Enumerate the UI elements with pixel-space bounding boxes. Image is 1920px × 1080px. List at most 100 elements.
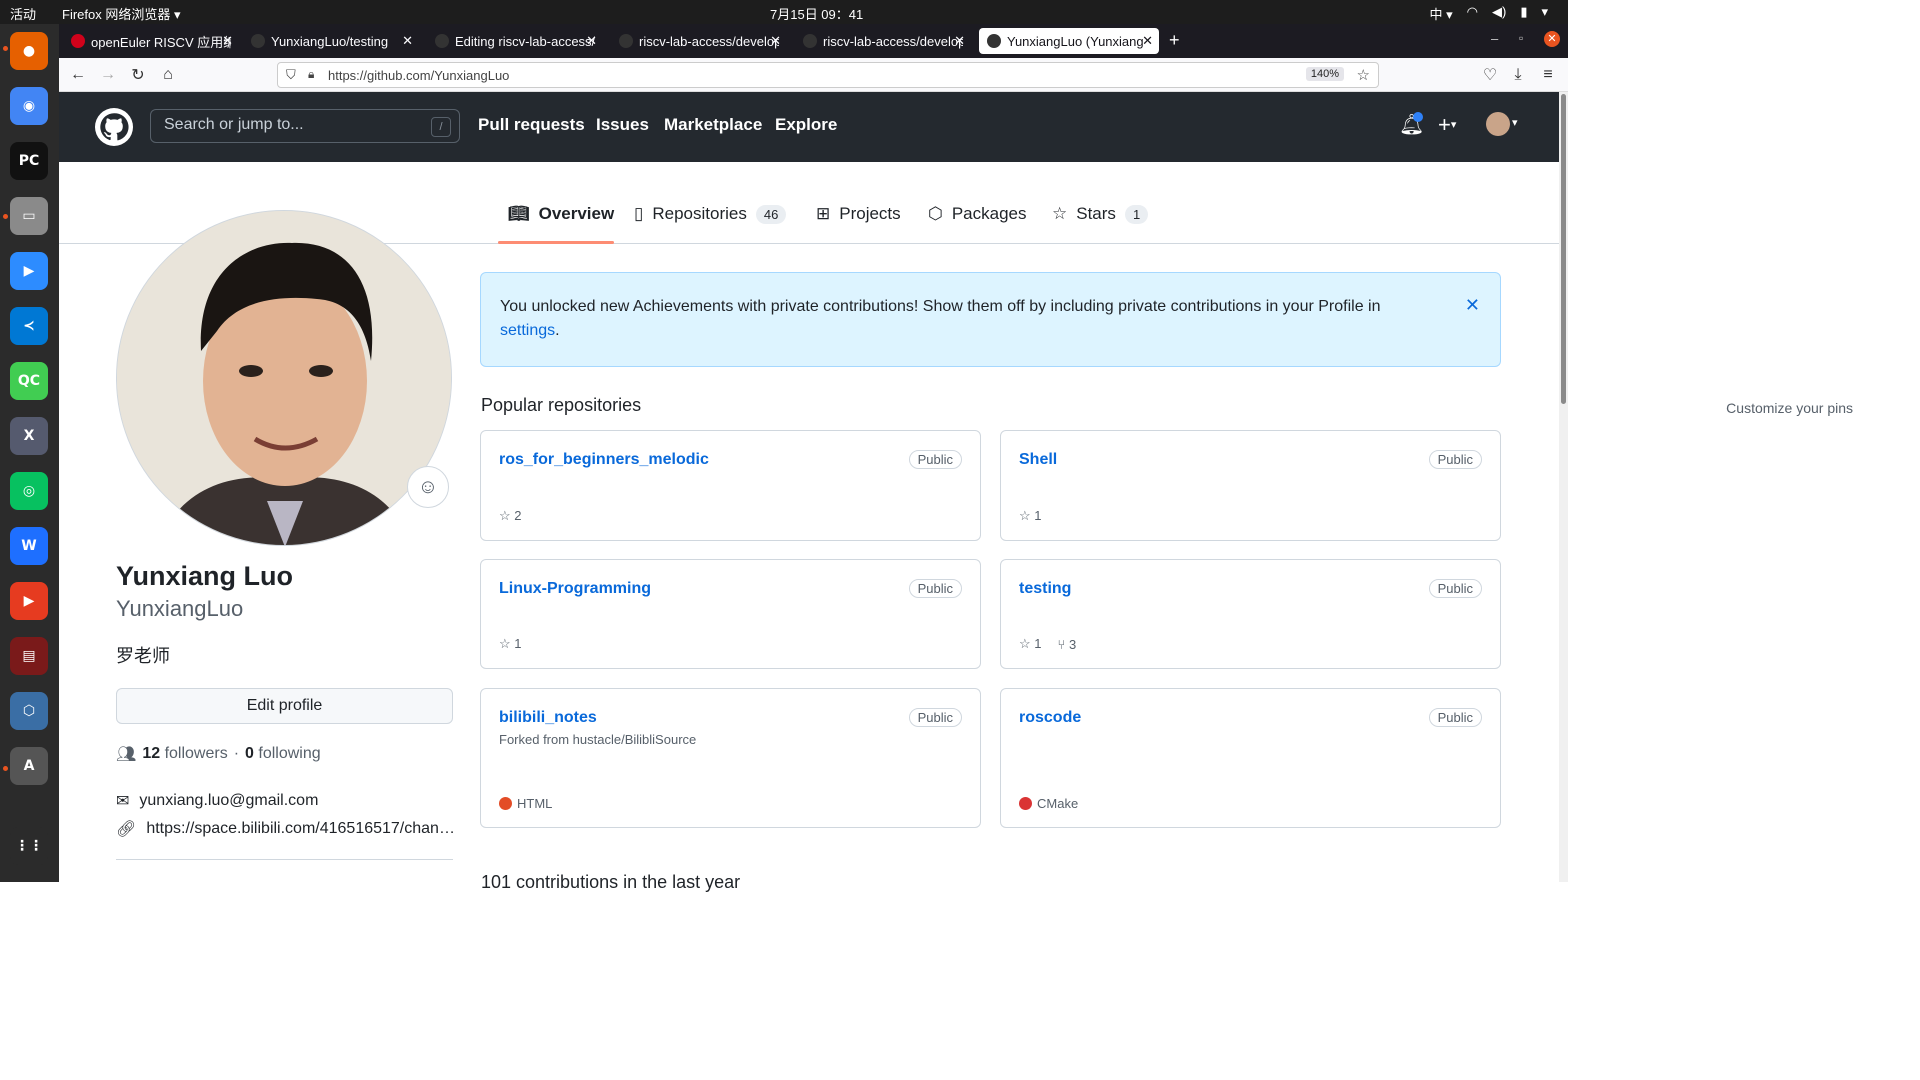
- browser-tab-active[interactable]: YunxiangLuo (Yunxiang L ✕: [979, 28, 1159, 54]
- repo-name-link[interactable]: Linux-Programming: [499, 580, 651, 598]
- github-logo-icon[interactable]: [95, 108, 133, 146]
- browser-tab[interactable]: riscv-lab-access/develop ✕: [611, 28, 787, 54]
- browser-tab[interactable]: riscv-lab-access/develop ✕: [795, 28, 971, 54]
- repo-name-link[interactable]: Shell: [1019, 451, 1057, 469]
- repo-language: HTML: [499, 796, 552, 811]
- forward-button[interactable]: →: [97, 64, 119, 86]
- media-player-icon[interactable]: ▶: [10, 582, 48, 620]
- profile-bio: 罗老师: [116, 646, 170, 666]
- chevron-down-icon[interactable]: ▾: [1512, 116, 1518, 129]
- following-link[interactable]: 0 following: [245, 745, 321, 763]
- qtcreator-icon[interactable]: QC: [10, 362, 48, 400]
- activities-button[interactable]: 活动: [10, 4, 36, 23]
- volume-icon: ◀): [1491, 4, 1507, 19]
- url-bar[interactable]: ⛉ 🔒︎ https://github.com/YunxiangLuo 140%…: [277, 62, 1379, 88]
- stargazers-link[interactable]: ☆ 1: [1019, 508, 1042, 524]
- clock[interactable]: 7月15日 09：41: [770, 4, 863, 23]
- system-tray[interactable]: 中 ▾ ◠ ◀) ▮ ▾: [1430, 4, 1549, 23]
- app-grid-icon[interactable]: ⋮⋮: [10, 827, 48, 865]
- repo-name-link[interactable]: ros_for_beginners_melodic: [499, 451, 709, 469]
- website-link[interactable]: https://space.bilibili.com/416516517/cha…: [146, 820, 455, 838]
- tab-projects[interactable]: ⊞ Projects: [816, 204, 901, 224]
- maximize-button[interactable]: ▫: [1519, 31, 1523, 45]
- close-icon[interactable]: ✕: [1142, 33, 1153, 49]
- close-icon[interactable]: ✕: [222, 33, 233, 49]
- repo-count: 46: [755, 204, 787, 224]
- chrome-icon[interactable]: ◉: [10, 87, 48, 125]
- search-input[interactable]: Search or jump to... /: [150, 109, 460, 143]
- nav-explore[interactable]: Explore: [775, 115, 837, 135]
- stargazers-link[interactable]: ☆ 1: [499, 636, 522, 652]
- browser-tab[interactable]: openEuler RISCV 应用编 ✕: [63, 28, 239, 54]
- create-new-plus-icon[interactable]: +▾: [1438, 112, 1456, 138]
- tab-packages[interactable]: ⬡ Packages: [928, 204, 1027, 224]
- repo-name-link[interactable]: testing: [1019, 580, 1071, 598]
- github-icon: [251, 34, 265, 48]
- virtualbox-icon[interactable]: ⬡: [10, 692, 48, 730]
- nav-issues[interactable]: Issues: [596, 115, 649, 135]
- close-icon[interactable]: ✕: [954, 33, 965, 49]
- github-icon: [987, 34, 1001, 48]
- pycharm-icon[interactable]: PC: [10, 142, 48, 180]
- browser-tab[interactable]: Editing riscv-lab-access/d ✕: [427, 28, 603, 54]
- battery-icon: ▮: [1520, 4, 1528, 19]
- software-center-icon[interactable]: A: [10, 747, 48, 785]
- shield-icon[interactable]: ⛉: [286, 67, 296, 83]
- minimize-button[interactable]: –: [1491, 31, 1498, 46]
- xterm-icon[interactable]: X: [10, 417, 48, 455]
- wechat-icon[interactable]: ◎: [10, 472, 48, 510]
- language-color-dot: [499, 797, 512, 810]
- avatar-photo: [117, 211, 451, 545]
- vscode-icon[interactable]: ≺: [10, 307, 48, 345]
- zoom-icon[interactable]: ▶: [10, 252, 48, 290]
- home-button[interactable]: ⌂: [157, 64, 179, 86]
- popular-repositories-heading: Popular repositories: [481, 395, 642, 415]
- repo-name-link[interactable]: bilibili_notes: [499, 709, 597, 727]
- stargazers-link[interactable]: ☆ 2: [499, 508, 522, 524]
- zoom-indicator[interactable]: 140%: [1305, 67, 1344, 81]
- reload-button[interactable]: ↻: [127, 64, 149, 86]
- new-tab-button[interactable]: +: [1169, 30, 1180, 51]
- bookmark-star-icon[interactable]: ☆: [1357, 66, 1370, 84]
- profile-avatar[interactable]: [116, 210, 452, 546]
- tab-overview[interactable]: 📖︎ Overview: [508, 204, 614, 224]
- avatar[interactable]: [1486, 112, 1510, 136]
- terminal-icon[interactable]: ▤: [10, 637, 48, 675]
- tab-repositories[interactable]: ▯ Repositories 46: [634, 204, 787, 224]
- edit-profile-button[interactable]: Edit profile: [116, 688, 453, 724]
- close-icon[interactable]: ✕: [402, 33, 413, 49]
- page-scrollbar[interactable]: [1559, 92, 1568, 882]
- followers-link[interactable]: 12 followers: [142, 745, 227, 763]
- settings-link[interactable]: settings: [500, 322, 555, 339]
- email-link[interactable]: yunxiang.luo@gmail.com: [139, 792, 318, 810]
- close-icon[interactable]: ✕: [586, 33, 597, 49]
- window-close-button[interactable]: ✕: [1544, 31, 1560, 47]
- repo-name-link[interactable]: roscode: [1019, 709, 1081, 727]
- firefox-icon[interactable]: ●: [10, 32, 48, 70]
- downloads-icon[interactable]: ⤓: [1507, 64, 1529, 86]
- back-button[interactable]: ←: [67, 64, 89, 86]
- stargazers-link[interactable]: ☆ 1: [1019, 636, 1042, 652]
- set-status-smiley-icon[interactable]: ☺: [407, 466, 449, 508]
- scrollbar-thumb[interactable]: [1561, 94, 1566, 404]
- pocket-icon[interactable]: ♡: [1479, 64, 1501, 86]
- app-menu[interactable]: Firefox 网络浏览器 ▾: [62, 4, 180, 23]
- files-icon[interactable]: ▭: [10, 197, 48, 235]
- url-text[interactable]: https://github.com/YunxiangLuo: [328, 68, 509, 83]
- input-method-indicator[interactable]: 中 ▾: [1430, 4, 1453, 23]
- repo-icon: ▯: [634, 204, 644, 223]
- menu-icon[interactable]: ≡: [1537, 64, 1559, 86]
- nav-pull-requests[interactable]: Pull requests: [478, 115, 585, 135]
- star-icon: ☆: [499, 636, 511, 651]
- visibility-badge: Public: [1428, 579, 1482, 598]
- forked-from-text[interactable]: Forked from hustacle/BilibliSource: [499, 732, 696, 747]
- lock-icon[interactable]: 🔒︎: [308, 67, 314, 82]
- customize-pins-link[interactable]: Customize your pins: [1726, 400, 1853, 416]
- browser-tab[interactable]: YunxiangLuo/testing ✕: [243, 28, 419, 54]
- tab-stars[interactable]: ☆ Stars 1: [1052, 204, 1149, 224]
- forks-link[interactable]: ⑂ 3: [1058, 637, 1077, 652]
- close-icon[interactable]: ✕: [1465, 293, 1480, 317]
- wps-icon[interactable]: W: [10, 527, 48, 565]
- nav-marketplace[interactable]: Marketplace: [664, 115, 762, 135]
- close-icon[interactable]: ✕: [770, 33, 781, 49]
